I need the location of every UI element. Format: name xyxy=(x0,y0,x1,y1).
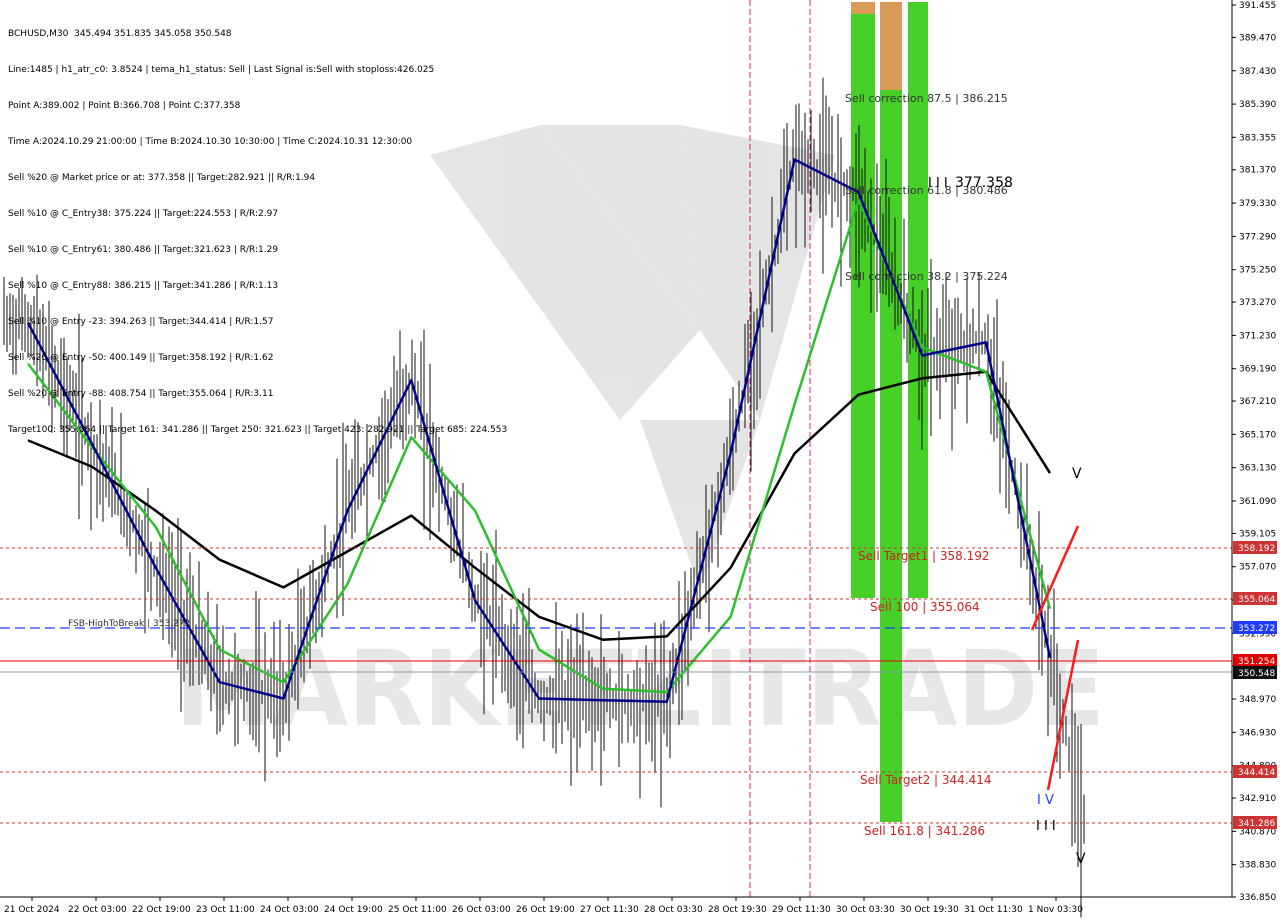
zone-bar-green-2 xyxy=(880,2,902,822)
price-tick-label: 375.250 xyxy=(1239,266,1276,276)
price-tick-label: 346.930 xyxy=(1239,728,1276,738)
label-corr382: Sell correction 38.2 | 375.224 xyxy=(845,270,1008,283)
time-tick-label: 22 Oct 03:00 xyxy=(68,905,127,915)
time-tick-label: 30 Oct 19:30 xyxy=(900,905,959,915)
wave-label-v: V xyxy=(1076,851,1086,867)
level-badges: 358.192 355.064 353.272 351.254 350.548 … xyxy=(1233,541,1277,829)
time-tick-label: 24 Oct 03:00 xyxy=(260,905,319,915)
price-tick-label: 381.370 xyxy=(1239,166,1276,176)
label-sell100: Sell 100 | 355.064 xyxy=(870,600,980,614)
info-line: Sell %20 @ Entry -50: 400.149 || Target:… xyxy=(8,353,274,363)
badge-target1: 358.192 xyxy=(1238,544,1275,554)
price-tick-label: 377.290 xyxy=(1239,232,1276,242)
price-tick-label: 361.090 xyxy=(1239,497,1276,507)
time-tick-label: 22 Oct 19:00 xyxy=(132,905,191,915)
time-tick-label: 21 Oct 2024 xyxy=(4,905,60,915)
info-line: Time A:2024.10.29 21:00:00 | Time B:2024… xyxy=(8,137,413,147)
price-tick-label: 338.830 xyxy=(1239,861,1276,871)
price-tick-label: 373.270 xyxy=(1239,298,1276,308)
time-tick-label: 26 Oct 19:00 xyxy=(516,905,575,915)
zone-bar-orange-2 xyxy=(851,2,875,14)
time-axis: 21 Oct 2024 22 Oct 03:00 22 Oct 19:00 23 Oc… xyxy=(4,897,1083,915)
badge-sell100: 355.064 xyxy=(1238,595,1275,605)
price-tick-label: 371.230 xyxy=(1239,331,1276,341)
time-tick-label: 26 Oct 03:00 xyxy=(452,905,511,915)
price-tick-label: 385.390 xyxy=(1239,100,1276,110)
info-line: Sell %10 @ Entry -23: 394.263 || Target:… xyxy=(8,317,274,327)
time-tick-label: 1 Nov 03:30 xyxy=(1028,905,1083,915)
label-point-c: 377.358 xyxy=(955,175,1013,191)
time-tick-label: 30 Oct 03:30 xyxy=(836,905,895,915)
price-tick-label: 367.210 xyxy=(1239,397,1276,407)
price-tick-label: 348.970 xyxy=(1239,695,1276,705)
time-tick-label: 23 Oct 11:00 xyxy=(196,905,255,915)
price-tick-label: 379.330 xyxy=(1239,199,1276,209)
info-line: Sell %20 @ Market price or at: 377.358 |… xyxy=(8,173,316,183)
zone-bar-orange-1 xyxy=(880,2,902,90)
label-sell161: Sell 161.8 | 341.286 xyxy=(864,824,985,838)
wave-label-iv: I V xyxy=(1037,793,1054,808)
price-tick-label: 387.430 xyxy=(1239,67,1276,77)
info-line: BCHUSD,M30 345.494 351.835 345.058 350.5… xyxy=(8,29,232,39)
time-tick-label: 24 Oct 19:00 xyxy=(324,905,383,915)
time-tick-label: 28 Oct 03:30 xyxy=(644,905,703,915)
badge-red: 351.254 xyxy=(1238,657,1275,667)
label-point-c-mark: I I I xyxy=(928,176,948,191)
info-line: Target100: 355.064 || Target 161: 341.28… xyxy=(8,425,508,435)
badge-current: 350.548 xyxy=(1238,669,1275,679)
price-tick-label: 363.130 xyxy=(1239,464,1276,474)
price-tick-label: 391.455 xyxy=(1239,1,1276,11)
info-line: Point A:389.002 | Point B:366.708 | Poin… xyxy=(8,101,241,111)
price-tick-label: 357.070 xyxy=(1239,563,1276,573)
indicator-info-panel: BCHUSD,M30 345.494 351.835 345.058 350.5… xyxy=(8,4,507,448)
info-line: Sell %10 @ C_Entry88: 386.215 || Target:… xyxy=(8,281,279,291)
info-line: Line:1485 | h1_atr_c0: 3.8524 | tema_h1_… xyxy=(8,65,435,75)
label-fsb: FSB-HighToBreak | 353.272 xyxy=(68,619,190,629)
price-tick-label: 336.850 xyxy=(1239,893,1276,903)
time-tick-label: 28 Oct 19:30 xyxy=(708,905,767,915)
time-tick-label: 29 Oct 11:30 xyxy=(772,905,831,915)
badge-target2: 344.414 xyxy=(1238,768,1275,778)
price-tick-label: 359.105 xyxy=(1239,529,1276,539)
price-tick-label: 389.470 xyxy=(1239,33,1276,43)
info-line: Sell %20 @ Entry -88: 408.754 || Target:… xyxy=(8,389,274,399)
price-tick-label: 383.355 xyxy=(1239,133,1276,143)
label-corr875: Sell correction 87.5 | 386.215 xyxy=(845,92,1008,105)
info-line: Sell %10 @ C_Entry61: 380.486 || Target:… xyxy=(8,245,279,255)
wave-label-v-top: V xyxy=(1072,466,1082,482)
badge-fsb: 353.272 xyxy=(1238,624,1275,634)
label-target2: Sell Target2 | 344.414 xyxy=(860,773,992,787)
label-target1: Sell Target1 | 358.192 xyxy=(858,549,990,563)
info-line: Sell %10 @ C_Entry38: 375.224 || Target:… xyxy=(8,209,279,219)
wave-label-iii: I I I xyxy=(1036,819,1056,834)
badge-sell161: 341.286 xyxy=(1238,819,1275,829)
time-tick-label: 31 Oct 11:30 xyxy=(964,905,1023,915)
price-tick-label: 342.910 xyxy=(1239,794,1276,804)
time-tick-label: 27 Oct 11:30 xyxy=(580,905,639,915)
price-tick-label: 369.190 xyxy=(1239,365,1276,375)
time-tick-label: 25 Oct 11:00 xyxy=(388,905,447,915)
price-tick-label: 365.170 xyxy=(1239,430,1276,440)
